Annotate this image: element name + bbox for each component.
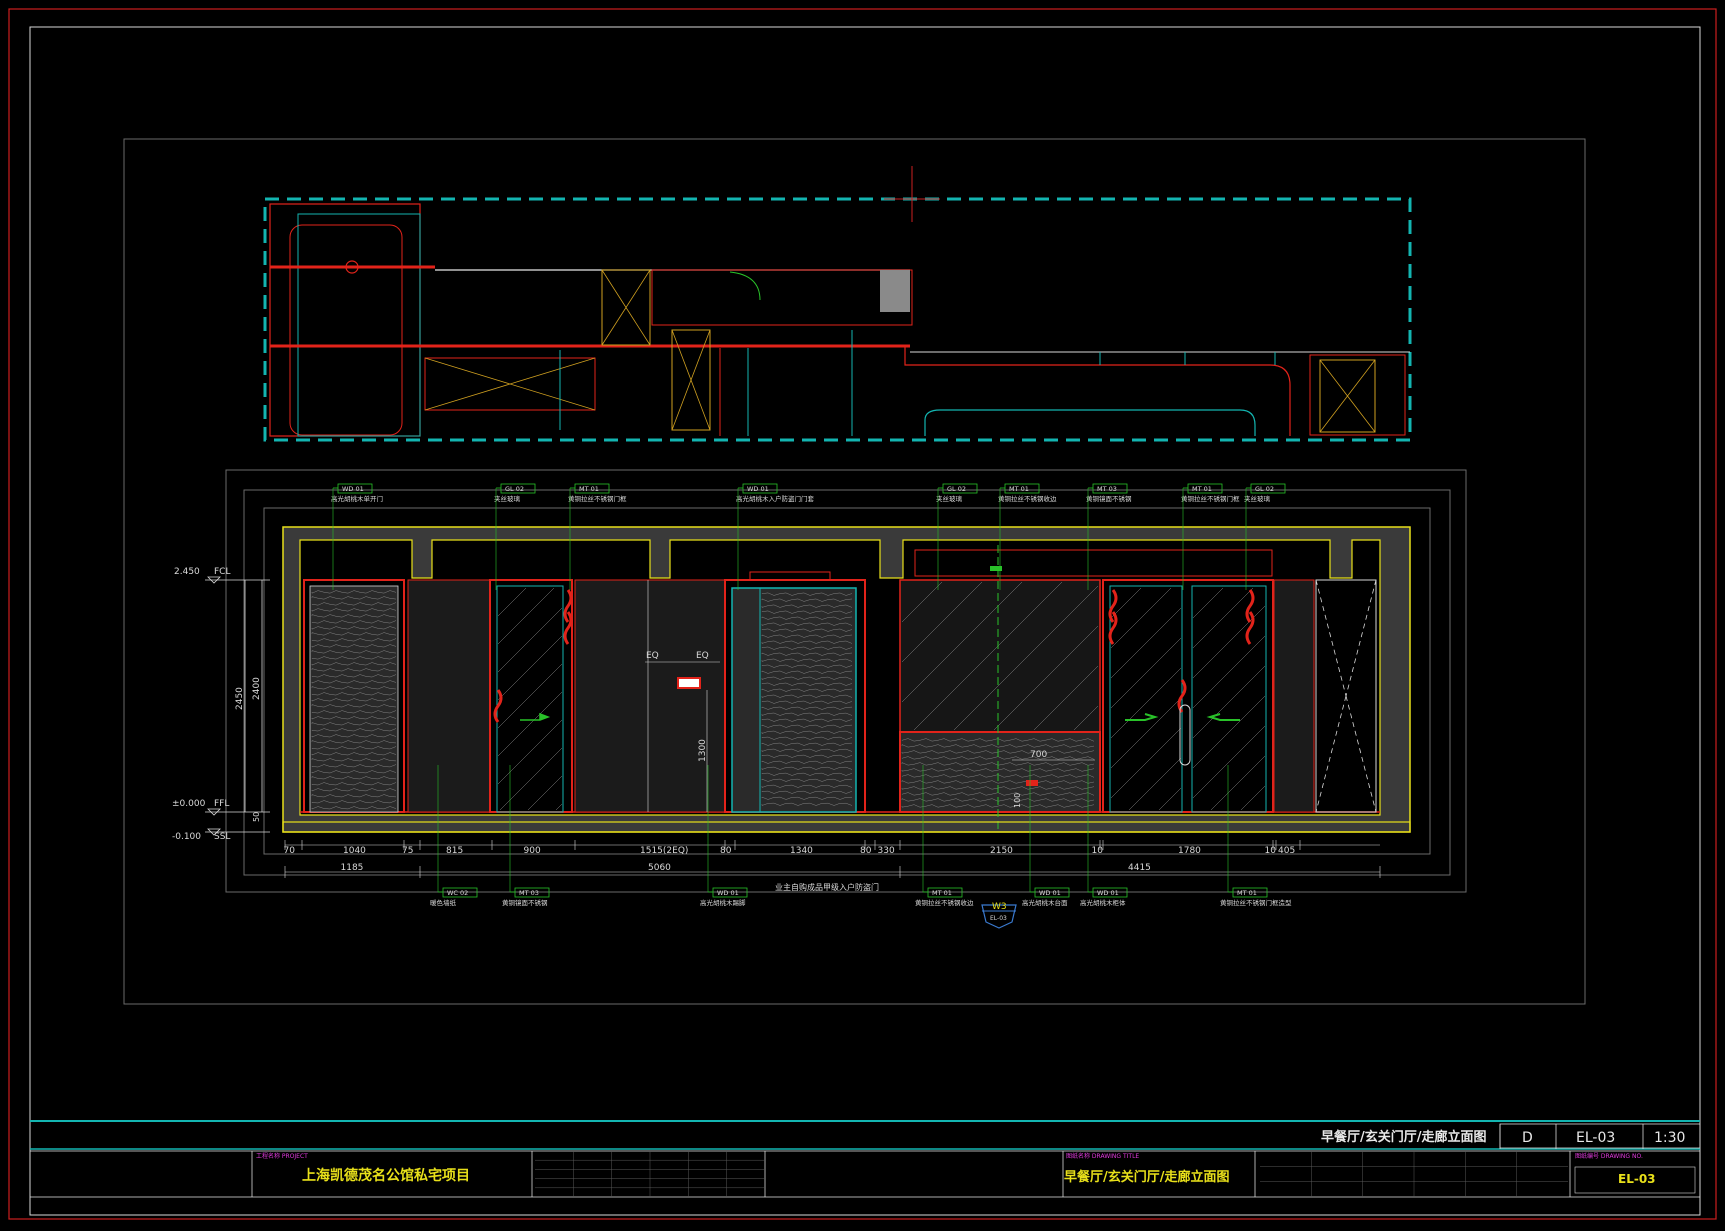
top-tag-desc: 高光胡桃木单开门 bbox=[331, 494, 383, 503]
dim-row1-label: 900 bbox=[524, 846, 541, 856]
bottom-tag-desc: 暖色墙纸 bbox=[430, 898, 457, 907]
top-tag-desc: 高光胡桃木入户防盗门门套 bbox=[736, 494, 815, 503]
dim-row1-label: 80 bbox=[860, 846, 872, 856]
dim-row2-label: 1185 bbox=[341, 863, 364, 873]
section-marker-bottom: EL-03 bbox=[990, 915, 1007, 922]
tb-project-label: 工程名称 PROJECT bbox=[256, 1152, 308, 1160]
dimension-row-2: 1185 5060 4415 bbox=[284, 863, 1381, 878]
top-tag-desc: 黄铜拉丝不锈钢门框 bbox=[568, 494, 627, 503]
elevation-view bbox=[225, 469, 1467, 893]
level-ffl-elev: ±0.000 bbox=[172, 799, 206, 809]
dim-row1-label: 330 bbox=[878, 846, 895, 856]
dim-row1-label: 2150 bbox=[990, 846, 1013, 856]
level-ssl-tag: SSL bbox=[214, 832, 230, 842]
eq-label-left: EQ bbox=[646, 651, 659, 661]
dim-row2-label: 4415 bbox=[1128, 863, 1151, 873]
bottom-tag-desc: 高光胡桃木台面 bbox=[1022, 898, 1068, 907]
bottom-tag-desc: 黄铜镜面不锈钢 bbox=[502, 898, 548, 907]
section-marker: W3 EL-03 bbox=[981, 902, 1017, 929]
level-fcl-elev: 2.450 bbox=[174, 567, 200, 577]
dim-row1-label: 80 bbox=[720, 846, 732, 856]
level-ffl-tag: FFL bbox=[214, 799, 229, 809]
inline-dim-700: 700 bbox=[1030, 750, 1047, 760]
vdim-2400: 2400 bbox=[252, 677, 262, 700]
drawing-canvas: 2.450 FCL ±0.000 FFL -0.100 SSL 2450 240… bbox=[8, 8, 1717, 1220]
top-tag-code: MT 01 bbox=[579, 485, 599, 493]
tb-sheet-label: 图纸编号 DRAWING NO. bbox=[1575, 1152, 1643, 1160]
dim-row1-label: 405 bbox=[1278, 846, 1295, 856]
title-drawing-name: 早餐厅/玄关门厅/走廊立面图 bbox=[1321, 1129, 1487, 1145]
title-block: 早餐厅/玄关门厅/走廊立面图 D EL-03 1:30 工程名称 PROJECT… bbox=[29, 1120, 1701, 1198]
bottom-tag-code: MT 03 bbox=[519, 889, 539, 897]
vdim-1300: 1300 bbox=[698, 739, 708, 762]
top-tag-code: GL 02 bbox=[947, 485, 966, 493]
cad-drawing-sheet: 2.450 FCL ±0.000 FFL -0.100 SSL 2450 240… bbox=[0, 0, 1725, 1227]
dim-row1-label: 10 bbox=[1265, 846, 1277, 856]
top-tag-desc: 夹丝玻璃 bbox=[1244, 494, 1271, 503]
bottom-tag-code: WD 01 bbox=[717, 889, 739, 897]
top-tag-code: MT 01 bbox=[1192, 485, 1212, 493]
level-fcl-tag: FCL bbox=[214, 567, 230, 577]
top-tag-desc: 黄铜拉丝不锈钢门框 bbox=[1181, 494, 1240, 503]
title-sheet-no: EL-03 bbox=[1576, 1130, 1615, 1146]
top-tag-desc: 夹丝玻璃 bbox=[936, 494, 963, 503]
top-tag-code: MT 01 bbox=[1009, 485, 1029, 493]
title-scale: 1:30 bbox=[1654, 1130, 1685, 1146]
top-tag-desc: 黄铜拉丝不锈钢收边 bbox=[998, 494, 1057, 503]
top-tag-code: GL 02 bbox=[505, 485, 524, 493]
top-tag-code: WD 01 bbox=[342, 485, 364, 493]
top-tag-code: WD 01 bbox=[747, 485, 769, 493]
dim-row2-label: 5060 bbox=[648, 863, 671, 873]
bottom-tag-desc: 高光胡桃木柜体 bbox=[1080, 898, 1126, 907]
bottom-tag-code: WD 01 bbox=[1039, 889, 1061, 897]
top-tag-code: MT 03 bbox=[1097, 485, 1117, 493]
dim-row1-label: 10 bbox=[1092, 846, 1104, 856]
vdim-100: 100 bbox=[1013, 793, 1022, 808]
top-tag-desc: 黄铜镜面不锈钢 bbox=[1086, 494, 1132, 503]
bottom-tag-desc: 黄铜拉丝不锈钢门框造型 bbox=[1220, 898, 1292, 907]
dim-row1-label: 1780 bbox=[1178, 846, 1201, 856]
dim-row1-label: 1040 bbox=[343, 846, 366, 856]
bottom-tag-desc: 高光胡桃木踢脚 bbox=[700, 898, 746, 907]
vdim-50: 50 bbox=[252, 812, 261, 822]
tb-drawing-label: 图纸名称 DRAWING TITLE bbox=[1066, 1152, 1139, 1160]
tb-sheet-value: EL-03 bbox=[1618, 1172, 1656, 1186]
section-marker-top: W3 bbox=[992, 902, 1007, 912]
level-ssl-elev: -0.100 bbox=[172, 832, 201, 842]
dim-row1-label: 1515(2EQ) bbox=[640, 846, 688, 856]
vdim-2450: 2450 bbox=[235, 687, 245, 710]
dim-row1-label: 1340 bbox=[790, 846, 813, 856]
bottom-tag-code: MT 01 bbox=[932, 889, 952, 897]
level-markers: 2.450 FCL ±0.000 FFL -0.100 SSL bbox=[172, 567, 270, 842]
title-revision: D bbox=[1522, 1130, 1533, 1146]
tb-drawing-name: 早餐厅/玄关门厅/走廊立面图 bbox=[1064, 1169, 1230, 1185]
center-note: 业主自购成品甲级入户防盗门 bbox=[775, 882, 879, 892]
bottom-tag-code: WC 02 bbox=[447, 889, 468, 897]
top-tag-code: GL 02 bbox=[1255, 485, 1274, 493]
tb-project-name: 上海凯德茂名公馆私宅项目 bbox=[302, 1167, 470, 1184]
eq-label-right: EQ bbox=[696, 651, 709, 661]
bottom-tag-desc: 黄铜拉丝不锈钢收边 bbox=[915, 898, 974, 907]
dim-row1-label: 815 bbox=[446, 846, 463, 856]
plan-view bbox=[263, 166, 1412, 442]
bottom-tag-code: WD 01 bbox=[1097, 889, 1119, 897]
bottom-tag-code: MT 01 bbox=[1237, 889, 1257, 897]
top-tag-desc: 夹丝玻璃 bbox=[494, 494, 521, 503]
